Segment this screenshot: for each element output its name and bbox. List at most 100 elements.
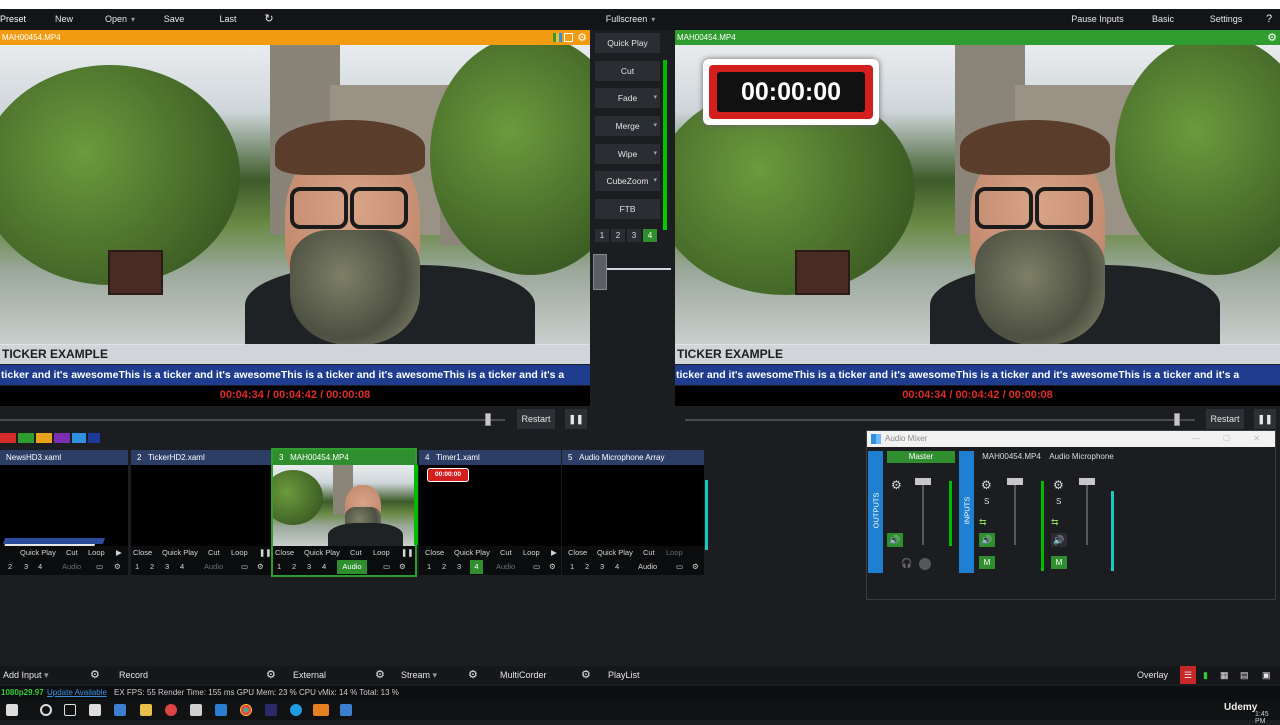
bars-icon[interactable]: ▮ bbox=[1203, 666, 1215, 684]
input-1-title[interactable]: NewsHD3.xaml bbox=[0, 450, 128, 465]
merge-button[interactable]: Merge ▾ bbox=[595, 116, 660, 136]
input-5-audio[interactable]: Audio bbox=[638, 560, 657, 574]
input-5-ov2[interactable]: 2 bbox=[585, 560, 589, 574]
swatch-purple[interactable] bbox=[54, 433, 70, 443]
swatch-green[interactable] bbox=[18, 433, 34, 443]
audio-mixer-titlebar[interactable]: Audio Mixer — ☐ ✕ bbox=[867, 431, 1275, 447]
preview-seek-bar[interactable] bbox=[0, 419, 505, 421]
input-5-monitor-icon[interactable]: ▭ bbox=[676, 560, 683, 574]
input-3[interactable]: 3 MAH00454.MP4 Close Quick Play Cut Loop… bbox=[271, 448, 417, 577]
input-4[interactable]: 4 Timer1.xaml 00:00:00 Close Quick Play … bbox=[419, 450, 561, 575]
swatch-orange[interactable] bbox=[36, 433, 52, 443]
transition-3-button[interactable]: 3 bbox=[627, 229, 641, 242]
input-4-ov4[interactable]: 4 bbox=[470, 560, 483, 574]
input-1-quickplay[interactable]: Quick Play bbox=[20, 546, 56, 560]
input-4-play-icon[interactable]: ▶ bbox=[551, 546, 557, 560]
input-3-gear-icon[interactable]: ⚙ bbox=[399, 560, 406, 574]
minimize-icon[interactable]: — bbox=[1192, 431, 1200, 447]
open-button[interactable]: Open bbox=[95, 9, 145, 30]
input-2-audio[interactable]: Audio bbox=[204, 560, 223, 574]
output-seek-thumb[interactable] bbox=[1174, 413, 1180, 426]
input-4-cut[interactable]: Cut bbox=[500, 546, 512, 560]
master-speaker-icon[interactable]: 🔊 bbox=[887, 533, 903, 547]
channel-1-gear-icon[interactable]: ⚙ bbox=[981, 478, 992, 492]
output-restart-button[interactable]: Restart bbox=[1206, 409, 1244, 429]
swatch-darkblue[interactable] bbox=[88, 433, 100, 443]
task-view-icon[interactable] bbox=[64, 704, 76, 716]
stream-button[interactable]: Stream ▾ bbox=[401, 666, 437, 684]
channel-1-speaker-icon[interactable]: 🔊 bbox=[979, 533, 995, 547]
settings-button[interactable]: Settings bbox=[1200, 9, 1252, 30]
master-fader-track[interactable] bbox=[922, 479, 924, 545]
input-4-ov3[interactable]: 3 bbox=[457, 560, 461, 574]
input-3-ov2[interactable]: 2 bbox=[292, 560, 296, 574]
quick-play-button[interactable]: Quick Play bbox=[595, 33, 660, 53]
app-icon-1[interactable] bbox=[190, 704, 202, 716]
wipe-button[interactable]: Wipe ▾ bbox=[595, 144, 660, 164]
chrome-icon[interactable] bbox=[240, 704, 252, 716]
input-2-close[interactable]: Close bbox=[133, 546, 152, 560]
channel-2-solo[interactable]: S bbox=[1056, 497, 1061, 506]
input-2-title[interactable]: 2 TickerHD2.xaml bbox=[131, 450, 273, 465]
input-1-cut[interactable]: Cut bbox=[66, 546, 78, 560]
input-2-ov2[interactable]: 2 bbox=[150, 560, 154, 574]
input-3-ov4[interactable]: 4 bbox=[322, 560, 326, 574]
preview-seek-thumb[interactable] bbox=[485, 413, 491, 426]
close-icon[interactable]: ✕ bbox=[1253, 431, 1260, 447]
master-gear-icon[interactable]: ⚙ bbox=[891, 478, 902, 492]
input-4-monitor-icon[interactable]: ▭ bbox=[533, 560, 540, 574]
input-3-ov1[interactable]: 1 bbox=[277, 560, 281, 574]
search-icon[interactable] bbox=[40, 704, 52, 716]
transition-4-button[interactable]: 4 bbox=[643, 229, 657, 242]
input-2-pause-icon[interactable]: ❚❚ bbox=[259, 546, 272, 560]
input-2-ov3[interactable]: 3 bbox=[165, 560, 169, 574]
input-4-close[interactable]: Close bbox=[425, 546, 444, 560]
mail-icon[interactable] bbox=[215, 704, 227, 716]
input-2-ov1[interactable]: 1 bbox=[135, 560, 139, 574]
headphones-icon[interactable]: 🎧 bbox=[901, 558, 912, 569]
input-5[interactable]: 5 Audio Microphone Array Close Quick Pla… bbox=[562, 450, 704, 575]
t-bar-track[interactable] bbox=[596, 268, 671, 270]
input-2[interactable]: 2 TickerHD2.xaml Close Quick Play Cut Lo… bbox=[131, 450, 273, 575]
fade-button[interactable]: Fade ▾ bbox=[595, 88, 660, 108]
swatch-blue[interactable] bbox=[72, 433, 86, 443]
update-available-link[interactable]: Update Available bbox=[47, 686, 107, 700]
input-2-quickplay[interactable]: Quick Play bbox=[162, 546, 198, 560]
active-app-icon[interactable] bbox=[313, 704, 329, 716]
channel-2-mute[interactable]: M bbox=[1051, 556, 1067, 569]
record-gear-icon[interactable]: ⚙ bbox=[90, 666, 100, 684]
multicorder-button[interactable]: MultiCorder bbox=[500, 666, 547, 684]
vmix-taskbar-icon[interactable] bbox=[114, 704, 126, 716]
multiview-icon[interactable]: ▤ bbox=[1240, 666, 1249, 684]
multicorder-gear-icon[interactable]: ⚙ bbox=[468, 666, 478, 684]
input-5-title[interactable]: 5 Audio Microphone Array bbox=[562, 450, 704, 465]
channel-1-fader-handle[interactable] bbox=[1007, 478, 1023, 485]
input-5-loop[interactable]: Loop bbox=[666, 546, 683, 560]
input-3-title[interactable]: 3 MAH00454.MP4 bbox=[273, 450, 415, 465]
input-1-play-icon[interactable]: ▶ bbox=[116, 546, 122, 560]
pause-inputs-button[interactable]: Pause Inputs bbox=[1065, 9, 1130, 30]
stream-gear-icon[interactable]: ⚙ bbox=[375, 666, 385, 684]
input-4-title[interactable]: 4 Timer1.xaml bbox=[419, 450, 561, 465]
list-icon[interactable]: ☰ bbox=[1180, 666, 1196, 684]
channel-1-mute[interactable]: M bbox=[979, 556, 995, 569]
channel-1-route-icon[interactable]: ⇆ bbox=[979, 517, 995, 527]
channel-1-solo[interactable]: S bbox=[984, 497, 989, 506]
input-5-ov3[interactable]: 3 bbox=[600, 560, 604, 574]
input-5-cut[interactable]: Cut bbox=[643, 546, 655, 560]
input-1-loop[interactable]: Loop bbox=[88, 546, 105, 560]
swatch-red[interactable] bbox=[0, 433, 16, 443]
input-3-audio[interactable]: Audio bbox=[337, 560, 367, 574]
maximize-icon[interactable]: ☐ bbox=[1223, 431, 1230, 447]
grid-icon[interactable]: ▦ bbox=[1220, 666, 1229, 684]
input-3-ov3[interactable]: 3 bbox=[307, 560, 311, 574]
edge-icon[interactable] bbox=[290, 704, 302, 716]
refresh-icon[interactable]: ↻ bbox=[260, 9, 278, 30]
master-fader-handle[interactable] bbox=[915, 478, 931, 485]
transition-1-button[interactable]: 1 bbox=[595, 229, 609, 242]
input-5-close[interactable]: Close bbox=[568, 546, 587, 560]
input-5-ov1[interactable]: 1 bbox=[570, 560, 574, 574]
output-gear-icon[interactable]: ⚙ bbox=[1267, 31, 1277, 46]
output-pause-icon[interactable]: ❚❚ bbox=[1254, 409, 1276, 429]
windows-start-icon[interactable] bbox=[6, 704, 18, 716]
